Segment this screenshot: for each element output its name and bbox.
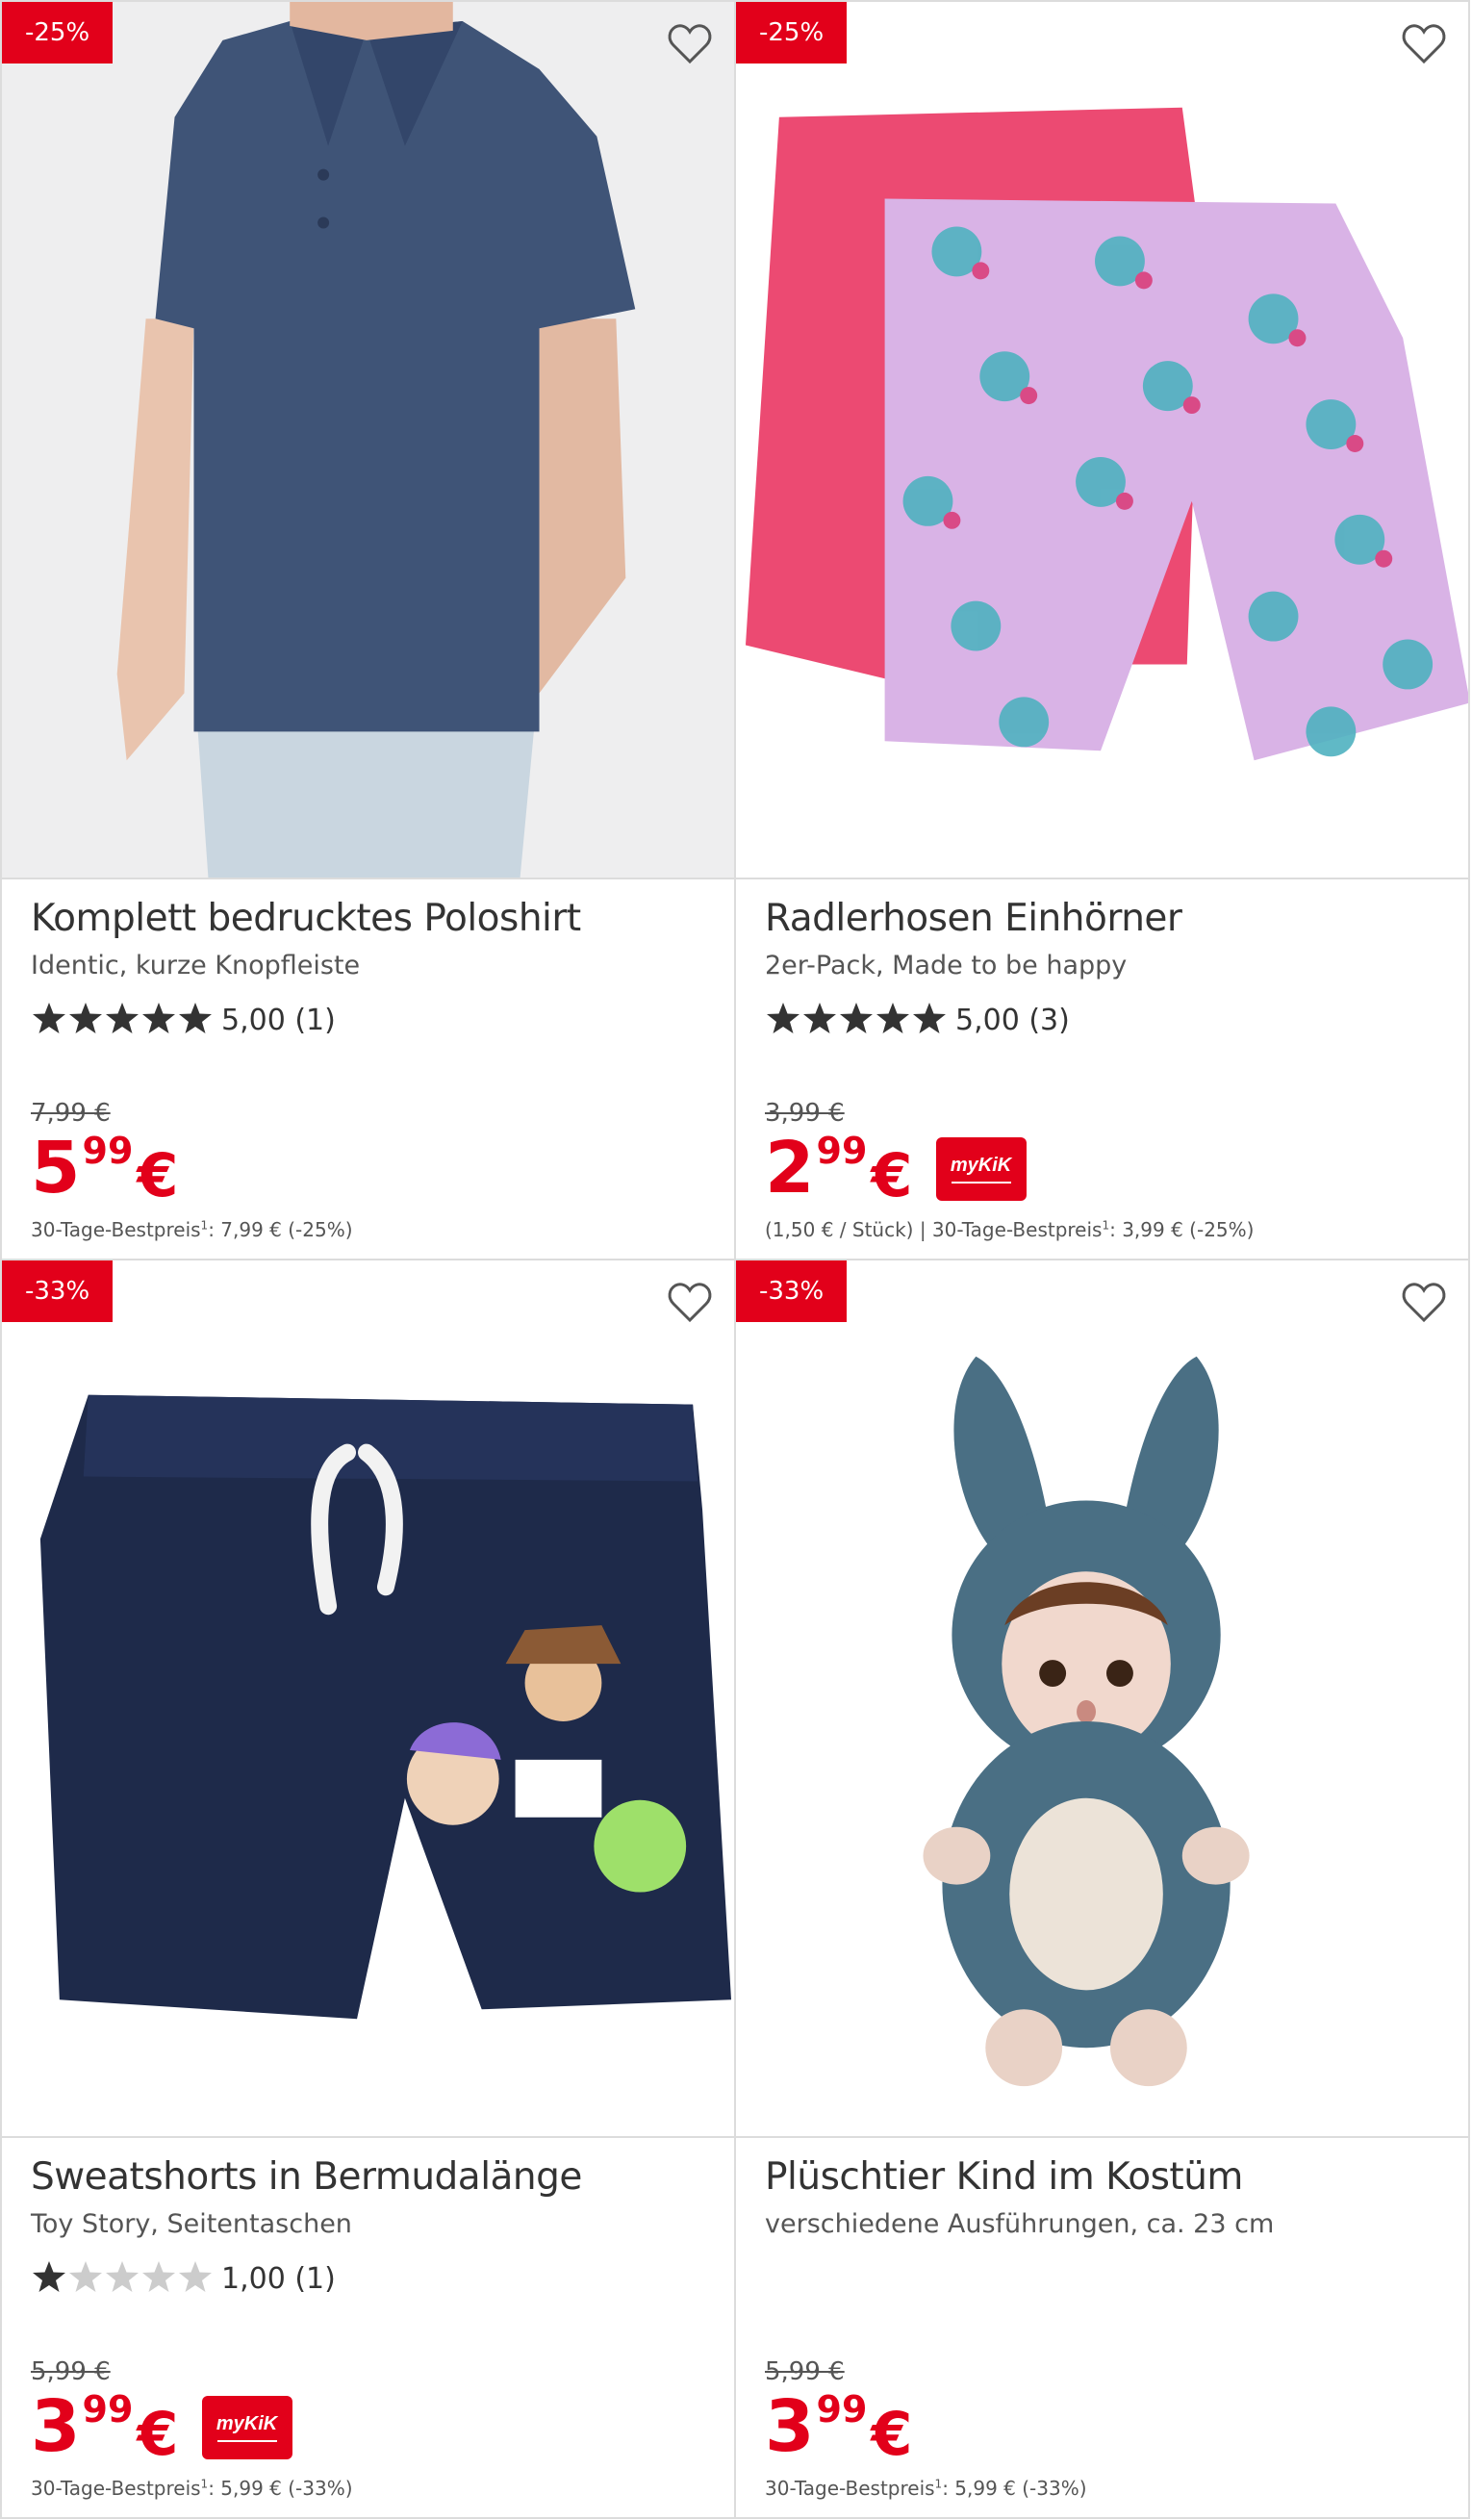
price-euros: 5 (31, 1127, 81, 1209)
product-card[interactable]: -33% Sweatshorts in Bermudalänge Toy Sto… (0, 1259, 736, 2519)
product-image[interactable] (736, 1260, 1468, 2138)
best-price-value: : 7,99 € (-25%) (208, 1218, 353, 1241)
old-price: 5,99 € (31, 2357, 111, 2386)
heart-icon[interactable] (1401, 1280, 1447, 1324)
old-price: 3,99 € (765, 1099, 845, 1128)
price-currency: € (137, 2399, 179, 2469)
best-price-value: : 3,99 € (-25%) (1109, 1218, 1255, 1241)
star-icon (142, 2261, 175, 2292)
best-price-label: 30-Tage-Bestpreis (31, 1218, 201, 1241)
product-grid: -25% Komplett bedrucktes Poloshirt Ident… (0, 0, 1472, 2520)
mykik-label: myKiK (950, 1155, 1012, 1176)
mykik-logo: myKiK (935, 1137, 1027, 1201)
product-image[interactable] (2, 2, 734, 879)
mykik-logo: myKiK (201, 2396, 292, 2459)
unit-price: (1,50 € / Stück) | (765, 1218, 932, 1241)
best-price-value: : 5,99 € (-33%) (208, 2477, 353, 2500)
plush-toy-image (736, 1260, 1468, 2136)
discount-badge: -33% (736, 1260, 848, 1322)
discount-badge: -25% (2, 2, 114, 64)
price-currency: € (871, 1140, 913, 1210)
price-euros: 2 (765, 1127, 815, 1209)
best-price-label: 30-Tage-Bestpreis (765, 2477, 935, 2500)
heart-icon[interactable] (1401, 21, 1447, 65)
price-cents: 99 (816, 1130, 868, 1172)
star-icon (913, 1003, 946, 1033)
discount-badge: -25% (736, 2, 848, 64)
star-icon (106, 2261, 139, 2292)
star-icon (69, 1003, 102, 1033)
star-icon (179, 2261, 212, 2292)
star-icon (69, 2261, 102, 2292)
price-euros: 3 (31, 2385, 81, 2468)
product-card[interactable]: -25% Radlerhosen Einhörner 2er-Pack, Mad… (734, 0, 1470, 1260)
best-price-footnote: 30-Tage-Bestpreis1: 5,99 € (-33%) (31, 2477, 353, 2500)
heart-icon[interactable] (667, 21, 713, 65)
product-title[interactable]: Sweatshorts in Bermudalänge (31, 2155, 582, 2199)
product-rating: 5,00 (3) (765, 1001, 1070, 1040)
price-cents: 99 (816, 2388, 868, 2431)
product-subtitle: Toy Story, Seitentaschen (31, 2209, 352, 2239)
star-icon (106, 1003, 139, 1033)
product-info: Plüschtier Kind im Kostüm verschiedene A… (765, 2138, 1449, 2517)
heart-icon[interactable] (667, 1280, 713, 1324)
product-info: Komplett bedrucktes Poloshirt Identic, k… (31, 879, 715, 1259)
discount-badge: -33% (2, 1260, 114, 1322)
product-title[interactable]: Radlerhosen Einhörner (765, 897, 1182, 940)
current-price: 3 99 € (765, 2384, 913, 2484)
old-price: 5,99 € (765, 2357, 845, 2386)
product-subtitle: verschiedene Ausführungen, ca. 23 cm (765, 2209, 1275, 2239)
star-icon (33, 2261, 65, 2292)
rating-stars (31, 2259, 214, 2299)
cycling-shorts-image (736, 2, 1468, 878)
best-price-footnote: 30-Tage-Bestpreis1: 7,99 € (-25%) (31, 1218, 353, 1241)
price-euros: 3 (765, 2385, 815, 2468)
best-price-value: : 5,99 € (-33%) (942, 2477, 1087, 2500)
product-rating: 5,00 (1) (31, 1001, 336, 1040)
product-subtitle: Identic, kurze Knopfleiste (31, 951, 361, 980)
current-price: 5 99 € (31, 1126, 179, 1226)
price-cents: 99 (82, 2388, 134, 2431)
star-icon (142, 1003, 175, 1033)
product-image[interactable] (736, 2, 1468, 879)
rating-stars (765, 1001, 948, 1040)
product-card[interactable]: -33% Plüschtier Kind im Kostüm verschied… (734, 1259, 1470, 2519)
current-price: 2 99 € myKiK (765, 1126, 1027, 1226)
price-currency: € (871, 2399, 913, 2469)
star-icon (876, 1003, 909, 1033)
mykik-label: myKiK (216, 2413, 278, 2434)
product-card[interactable]: -25% Komplett bedrucktes Poloshirt Ident… (0, 0, 736, 1260)
best-price-label: 30-Tage-Bestpreis (931, 1218, 1103, 1241)
rating-text: 5,00 (3) (955, 1004, 1070, 1037)
star-icon (840, 1003, 873, 1033)
product-subtitle: 2er-Pack, Made to be happy (765, 951, 1128, 980)
best-price-footnote: 30-Tage-Bestpreis1: 5,99 € (-33%) (765, 2477, 1087, 2500)
star-icon (767, 1003, 799, 1033)
rating-text: 5,00 (1) (221, 1004, 336, 1037)
product-info: Radlerhosen Einhörner 2er-Pack, Made to … (765, 879, 1449, 1259)
price-cents: 99 (82, 1130, 134, 1172)
old-price: 7,99 € (31, 1099, 111, 1128)
product-title[interactable]: Komplett bedrucktes Poloshirt (31, 897, 581, 940)
product-image[interactable] (2, 1260, 734, 2138)
product-info: Sweatshorts in Bermudalänge Toy Story, S… (31, 2138, 715, 2517)
polo-shirt-image (2, 2, 734, 878)
current-price: 3 99 € myKiK (31, 2384, 292, 2484)
product-rating: 1,00 (1) (31, 2259, 336, 2299)
best-price-label: 30-Tage-Bestpreis (31, 2477, 201, 2500)
product-title[interactable]: Plüschtier Kind im Kostüm (765, 2155, 1243, 2199)
star-icon (803, 1003, 836, 1033)
rating-stars (31, 1001, 214, 1040)
price-currency: € (137, 1140, 179, 1210)
star-icon (33, 1003, 65, 1033)
sweatshorts-image (2, 1260, 734, 2136)
star-icon (179, 1003, 212, 1033)
footnote-marker: 1 (1102, 1218, 1110, 1233)
rating-text: 1,00 (1) (221, 2262, 336, 2296)
best-price-footnote: (1,50 € / Stück) | 30-Tage-Bestpreis1: 3… (765, 1218, 1254, 1241)
